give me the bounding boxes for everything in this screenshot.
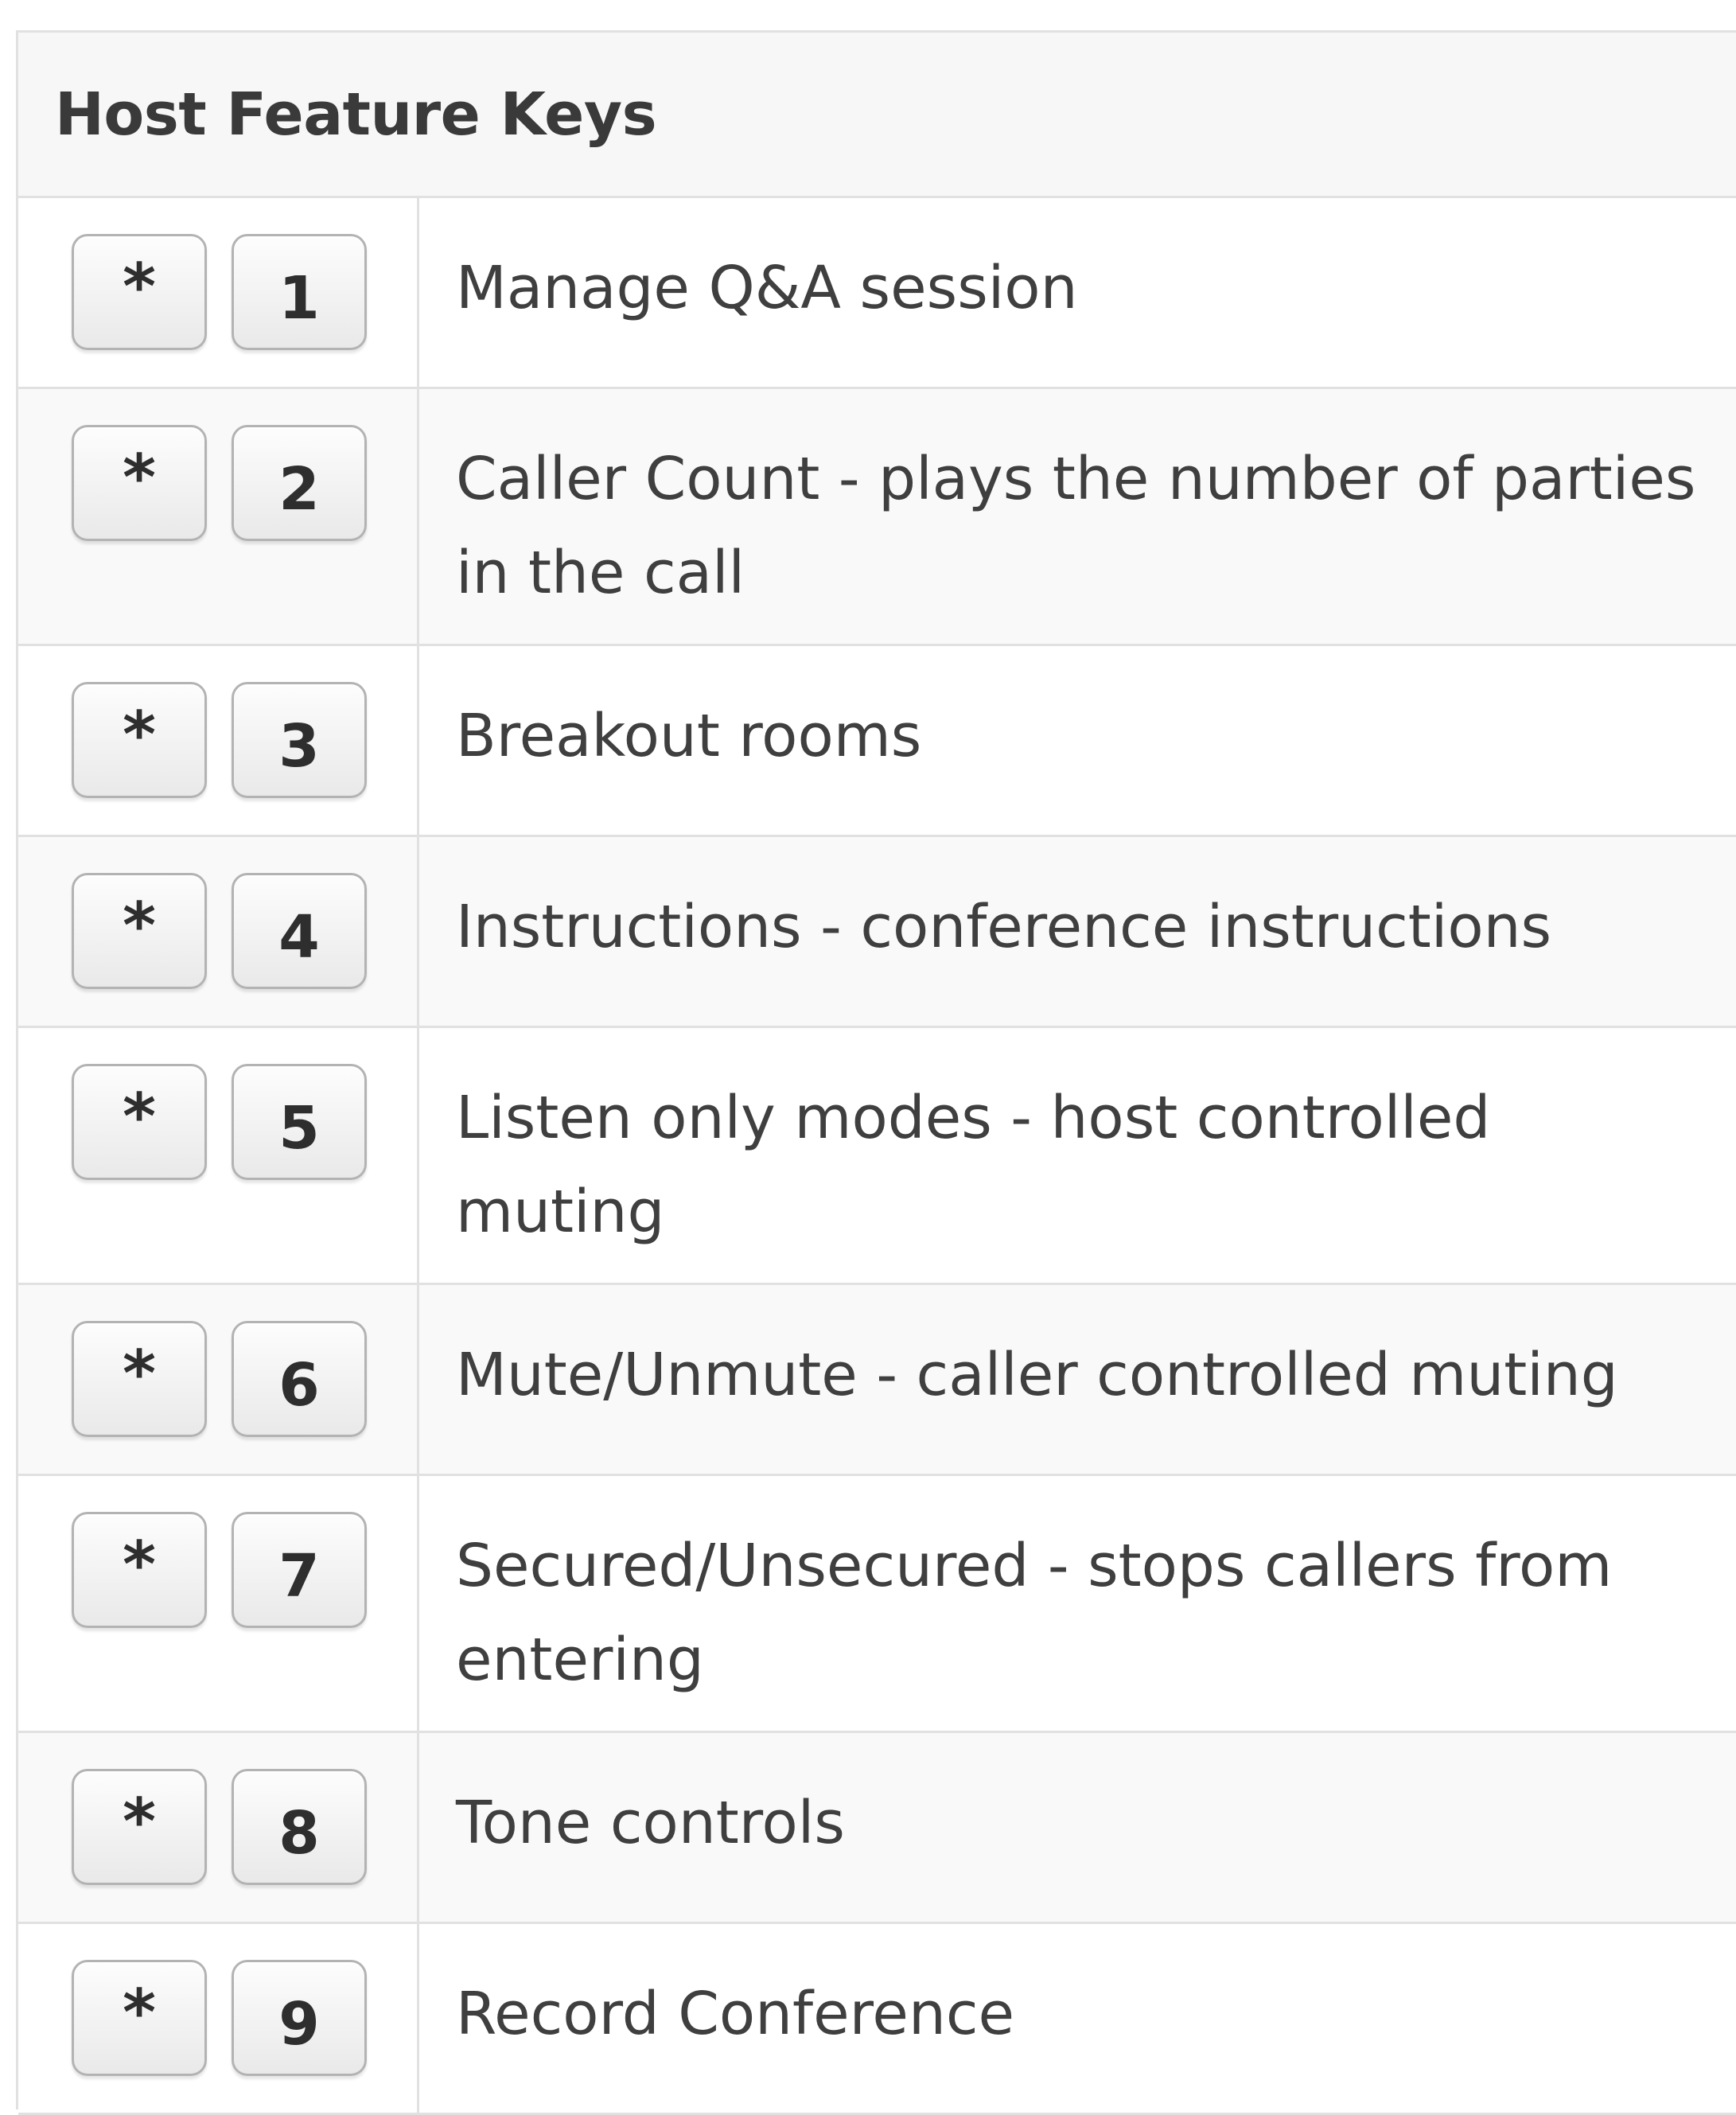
- star-key: *: [72, 1512, 207, 1628]
- row-description: Secured/Unsecured - stops callers from e…: [456, 1532, 1613, 1694]
- table-row: * 6 Mute/Unmute - caller controlled muti…: [18, 1285, 1736, 1476]
- key-combo: * 9: [18, 1924, 419, 2113]
- key-combo: * 6: [18, 1285, 419, 1474]
- key-combo: * 7: [18, 1476, 419, 1731]
- table-row: * 5 Listen only modes - host controlled …: [18, 1028, 1736, 1285]
- star-key: *: [72, 425, 207, 541]
- star-key: *: [72, 234, 207, 350]
- key-combo: * 2: [18, 389, 419, 644]
- key-combo: * 4: [18, 837, 419, 1026]
- table-row: * 8 Tone controls: [18, 1733, 1736, 1924]
- digit-key: 7: [232, 1512, 367, 1628]
- digit-key: 4: [232, 873, 367, 989]
- digit-key: 9: [232, 1960, 367, 2076]
- row-description: Manage Q&A session: [456, 254, 1078, 322]
- row-description: Record Conference: [456, 1980, 1015, 2048]
- star-key: *: [72, 1321, 207, 1437]
- digit-key: 2: [232, 425, 367, 541]
- star-key: *: [72, 682, 207, 798]
- row-description: Caller Count - plays the number of parti…: [456, 445, 1696, 607]
- key-combo: * 5: [18, 1028, 419, 1283]
- digit-key: 3: [232, 682, 367, 798]
- table-row: * 7 Secured/Unsecured - stops callers fr…: [18, 1476, 1736, 1733]
- row-description: Breakout rooms: [456, 702, 922, 770]
- table-row: * 2 Caller Count - plays the number of p…: [18, 389, 1736, 646]
- table-row: * 3 Breakout rooms: [18, 646, 1736, 837]
- digit-key: 1: [232, 234, 367, 350]
- key-combo: * 3: [18, 646, 419, 835]
- digit-key: 8: [232, 1769, 367, 1885]
- row-description: Listen only modes - host controlled muti…: [456, 1084, 1491, 1246]
- star-key: *: [72, 1064, 207, 1180]
- table-row: * 9 Record Conference: [18, 1924, 1736, 2115]
- table-header: Host Feature Keys: [18, 33, 1736, 198]
- row-description: Mute/Unmute - caller controlled muting: [456, 1341, 1618, 1409]
- table-title: Host Feature Keys: [55, 80, 657, 149]
- star-key: *: [72, 1960, 207, 2076]
- key-combo: * 8: [18, 1733, 419, 1922]
- table-row: * 1 Manage Q&A session: [18, 198, 1736, 389]
- star-key: *: [72, 1769, 207, 1885]
- row-description: Tone controls: [456, 1789, 845, 1857]
- table-row: * 4 Instructions - conference instructio…: [18, 837, 1736, 1028]
- star-key: *: [72, 873, 207, 989]
- feature-keys-table: Host Feature Keys * 1 Manage Q&A session…: [16, 30, 1736, 2115]
- digit-key: 6: [232, 1321, 367, 1437]
- key-combo: * 1: [18, 198, 419, 387]
- row-description: Instructions - conference instructions: [456, 893, 1552, 961]
- digit-key: 5: [232, 1064, 367, 1180]
